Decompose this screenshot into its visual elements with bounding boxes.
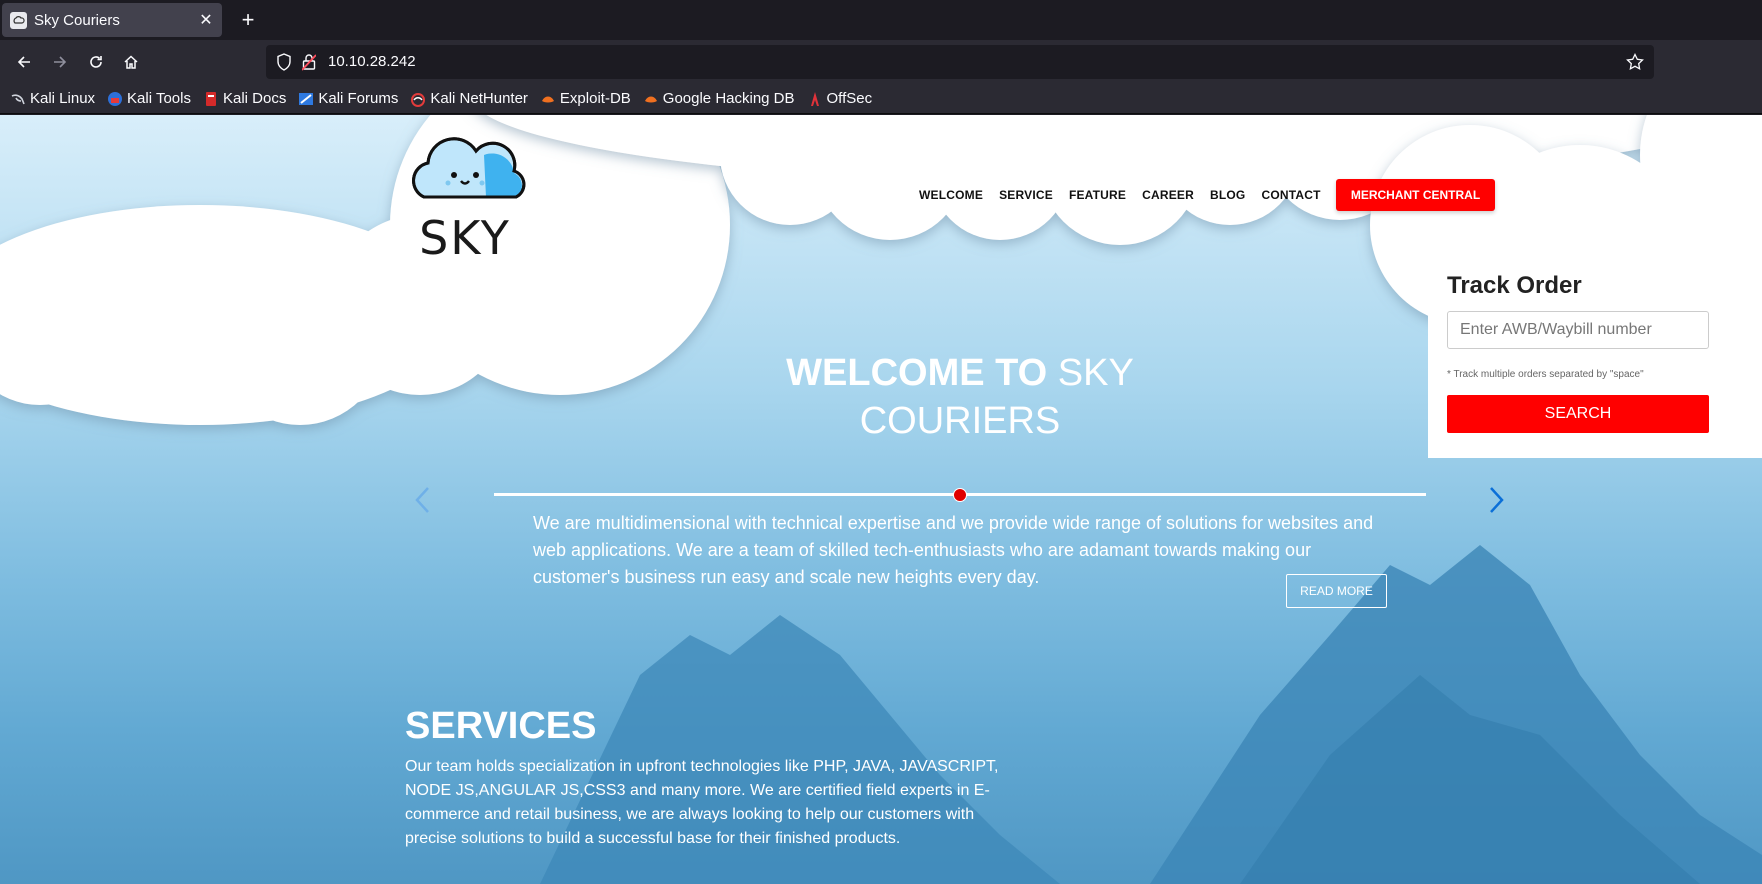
- track-note: * Track multiple orders separated by "sp…: [1447, 369, 1644, 380]
- url-text: 10.10.28.242: [328, 53, 416, 70]
- hero-title-light-2: COURIERS: [859, 400, 1061, 442]
- carousel-next-icon[interactable]: [1484, 485, 1508, 515]
- back-arrow-icon: [17, 56, 30, 68]
- bookmark-label: OffSec: [826, 90, 873, 107]
- hero-title: WELCOME TO SKY COURIERS: [760, 349, 1160, 445]
- services-description: Our team holds specialization in upfront…: [405, 758, 999, 847]
- url-bar[interactable]: 10.10.28.242: [266, 45, 1654, 79]
- navigation-toolbar: 10.10.28.242: [0, 40, 1762, 84]
- forward-button[interactable]: [46, 48, 74, 76]
- bookmark-exploit-db[interactable]: Exploit-DB: [540, 90, 631, 107]
- bookmark-label: Google Hacking DB: [662, 90, 795, 107]
- nethunter-icon: [411, 92, 426, 107]
- shield-icon[interactable]: [276, 53, 292, 71]
- home-icon: [124, 55, 138, 69]
- tab-title: Sky Couriers: [34, 11, 120, 29]
- nav-contact[interactable]: CONTACT: [1261, 188, 1320, 202]
- home-button[interactable]: [117, 48, 145, 76]
- bookmark-label: Kali Forums: [318, 90, 399, 107]
- exploit-db-icon: [541, 96, 554, 102]
- hero-title-light-1: SKY: [1057, 352, 1134, 394]
- tab-bar: Sky Couriers ✕ +: [0, 0, 1762, 40]
- bookmark-offsec[interactable]: OffSec: [807, 90, 873, 107]
- cloud-mascot-icon: [412, 137, 526, 199]
- bookmark-google-hacking-db[interactable]: Google Hacking DB: [643, 90, 795, 107]
- bookmark-kali-tools[interactable]: Kali Tools: [107, 90, 191, 107]
- reload-icon: [90, 56, 102, 68]
- carousel-prev-icon[interactable]: [411, 485, 435, 515]
- tab-close-icon[interactable]: ✕: [198, 10, 214, 30]
- bookmark-kali-forums[interactable]: Kali Forums: [298, 90, 398, 107]
- bookmark-star-icon[interactable]: [1626, 53, 1644, 71]
- back-button[interactable]: [10, 48, 38, 76]
- browser-tab[interactable]: Sky Couriers ✕: [2, 3, 222, 37]
- hero-title-bold: WELCOME TO: [786, 352, 1048, 394]
- track-order-card: Track Order * Track multiple orders sepa…: [1428, 262, 1762, 458]
- site-favicon-icon: [10, 11, 27, 29]
- kali-dragon-icon: [11, 93, 25, 104]
- nav-welcome[interactable]: WELCOME: [919, 188, 983, 202]
- logo-text: SKY: [419, 211, 511, 265]
- awb-input[interactable]: [1447, 311, 1709, 349]
- bookmark-kali-docs[interactable]: Kali Docs: [203, 90, 286, 107]
- nav-blog[interactable]: BLOG: [1210, 188, 1245, 202]
- reload-button[interactable]: [82, 48, 110, 76]
- kali-forums-icon: [299, 92, 314, 105]
- merchant-central-button[interactable]: MERCHANT CENTRAL: [1336, 179, 1495, 211]
- bookmark-label: Kali NetHunter: [430, 90, 528, 107]
- track-order-title: Track Order: [1447, 272, 1582, 299]
- page-viewport: SKY WELCOME SERVICE FEATURE CAREER BLOG …: [0, 115, 1762, 884]
- track-search-button[interactable]: SEARCH: [1447, 395, 1709, 433]
- forward-arrow-icon: [54, 56, 67, 68]
- new-tab-button[interactable]: +: [234, 6, 262, 34]
- kali-tools-icon: [108, 91, 123, 106]
- nav-career[interactable]: CAREER: [1142, 188, 1194, 202]
- bookmark-label: Kali Linux: [30, 90, 96, 107]
- hero-description: We are multidimensional with technical e…: [533, 513, 1374, 587]
- bookmark-label: Exploit-DB: [559, 90, 631, 107]
- nav-service[interactable]: SERVICE: [999, 188, 1053, 202]
- bookmark-label: Kali Docs: [222, 90, 287, 107]
- carousel-indicator[interactable]: [953, 488, 967, 502]
- bookmark-kali-nethunter[interactable]: Kali NetHunter: [410, 90, 528, 107]
- bookmarks-bar: Kali Linux Kali Tools Kali Docs Kali For…: [0, 84, 1762, 114]
- kali-docs-icon: [205, 91, 216, 106]
- services-title: SERVICES: [405, 705, 597, 747]
- read-more-button[interactable]: READ MORE: [1286, 574, 1387, 608]
- bookmark-label: Kali Tools: [127, 90, 191, 107]
- bookmark-kali-linux[interactable]: Kali Linux: [10, 90, 95, 107]
- ghdb-icon: [644, 96, 657, 102]
- site-logo[interactable]: SKY: [404, 125, 526, 265]
- offsec-icon: [810, 91, 819, 106]
- insecure-lock-icon[interactable]: [302, 53, 316, 71]
- main-nav: WELCOME SERVICE FEATURE CAREER BLOG CONT…: [919, 188, 1337, 202]
- nav-feature[interactable]: FEATURE: [1069, 188, 1126, 202]
